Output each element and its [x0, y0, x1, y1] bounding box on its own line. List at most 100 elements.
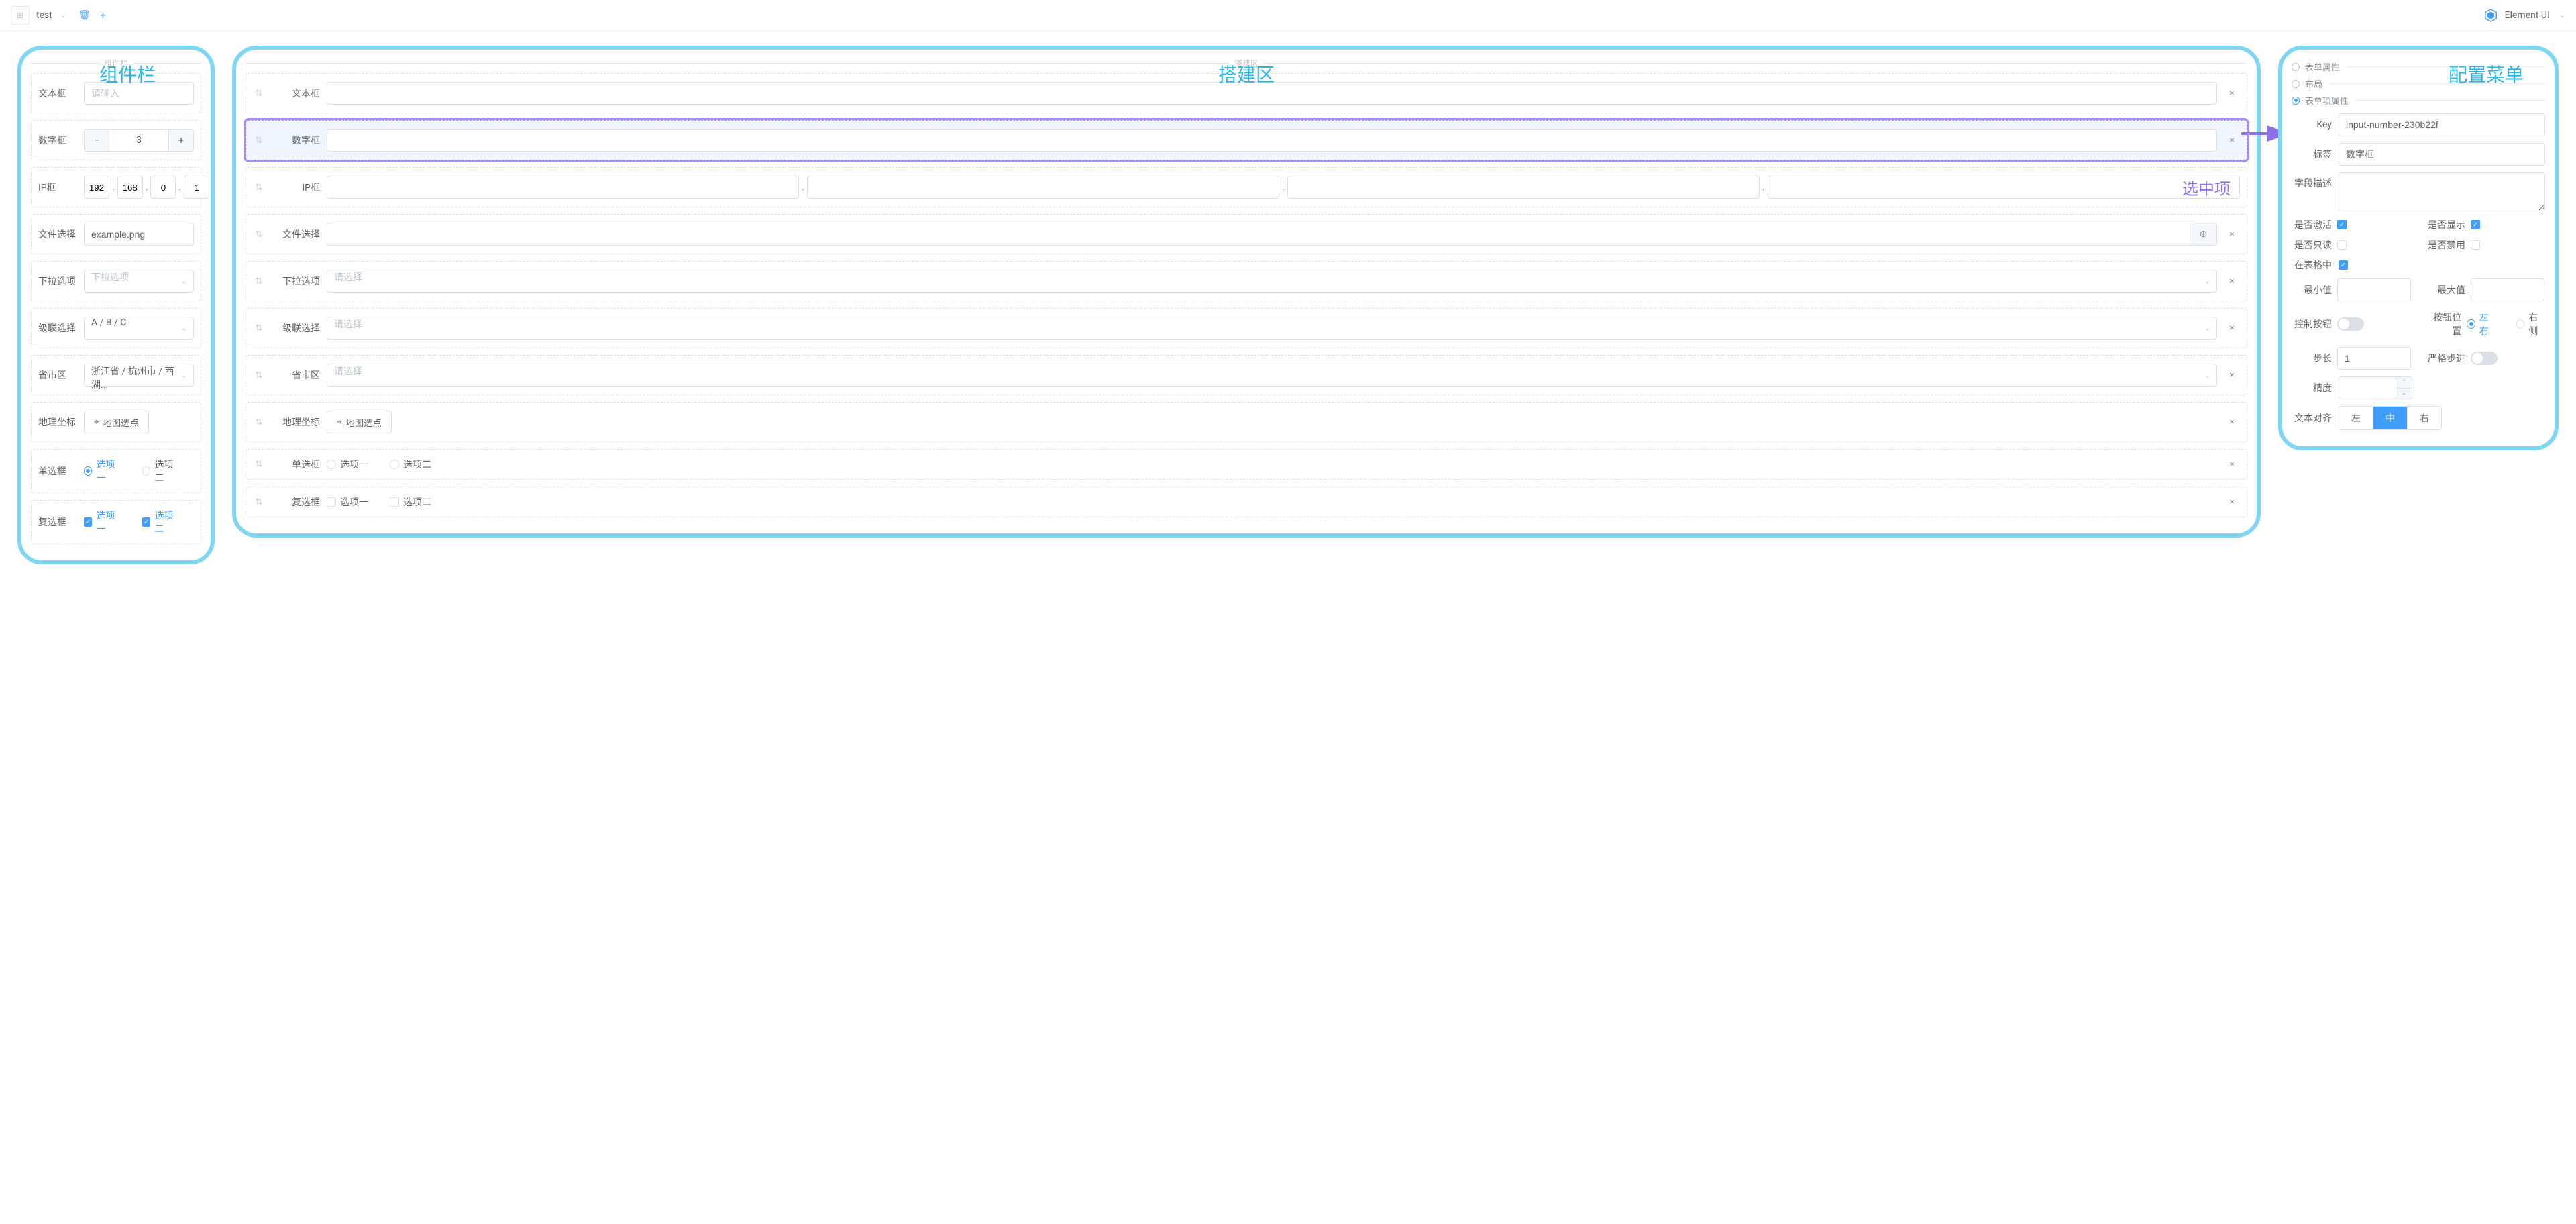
desc-input[interactable]: [2339, 172, 2545, 211]
drag-handle-icon[interactable]: ⇅: [253, 89, 265, 99]
remove-button[interactable]: ×: [2224, 417, 2240, 427]
component-check[interactable]: 复选框 ✓选项一 ✓选项二: [31, 500, 201, 544]
config-section-item-props[interactable]: 表单项属性: [2292, 94, 2545, 107]
component-map[interactable]: 地理坐标 ⌖地图选点: [31, 402, 201, 442]
max-input[interactable]: [2471, 278, 2544, 301]
check-option[interactable]: ✓选项二: [142, 509, 179, 536]
radio-option[interactable]: 选项二: [142, 458, 179, 484]
remove-button[interactable]: ×: [2224, 370, 2240, 380]
build-item-text[interactable]: ⇅ 文本框 ×: [246, 73, 2247, 113]
map-pick-button[interactable]: ⌖地图选点: [84, 411, 149, 434]
radio-option[interactable]: 选项一: [327, 458, 368, 471]
disabled-checkbox[interactable]: [2471, 240, 2480, 250]
component-cascade[interactable]: 级联选择 A / B / C⌄: [31, 308, 201, 348]
radio-option[interactable]: 选项二: [390, 458, 431, 471]
component-text[interactable]: 文本框: [31, 73, 201, 113]
readonly-checkbox[interactable]: [2337, 240, 2347, 250]
btnpos-option[interactable]: 左右: [2467, 311, 2496, 338]
align-center-button[interactable]: 中: [2373, 407, 2407, 429]
ip-octet[interactable]: [184, 176, 209, 199]
plus-button[interactable]: +: [169, 130, 193, 151]
align-right-button[interactable]: 右: [2407, 407, 2441, 429]
upload-icon[interactable]: ⊕: [2190, 223, 2217, 246]
ip-octet[interactable]: [807, 176, 1279, 199]
cascade-input[interactable]: A / B / C: [84, 317, 194, 340]
region-input[interactable]: 请选择: [327, 364, 2217, 387]
align-left-button[interactable]: 左: [2339, 407, 2373, 429]
ip-octet[interactable]: [327, 176, 799, 199]
map-pick-button[interactable]: ⌖地图选点: [327, 411, 392, 434]
ip-octet[interactable]: [150, 176, 176, 199]
build-item-number[interactable]: ⇅ 数字框 ×: [246, 120, 2247, 160]
check-option[interactable]: ✓选项一: [84, 509, 121, 536]
strict-switch[interactable]: [2471, 352, 2498, 365]
build-item-ip[interactable]: ⇅ IP框 . . . 选中项: [246, 167, 2247, 207]
check-option[interactable]: 选项一: [327, 495, 368, 509]
chevron-down-icon[interactable]: ⌄: [2559, 11, 2565, 19]
remove-button[interactable]: ×: [2224, 497, 2240, 507]
drag-handle-icon[interactable]: ⇅: [253, 370, 265, 380]
build-item-check[interactable]: ⇅ 复选框 选项一 选项二 ×: [246, 487, 2247, 517]
drag-handle-icon[interactable]: ⇅: [253, 276, 265, 287]
btnpos-option[interactable]: 右侧: [2516, 311, 2545, 338]
component-ip[interactable]: IP框 . . .: [31, 167, 201, 207]
build-item-select[interactable]: ⇅ 下拉选项 请选择⌄ ×: [246, 261, 2247, 301]
drag-handle-icon[interactable]: ⇅: [253, 497, 265, 507]
check-option[interactable]: 选项二: [390, 495, 431, 509]
drag-handle-icon[interactable]: ⇅: [253, 183, 265, 193]
number-input[interactable]: [327, 129, 2217, 152]
remove-button[interactable]: ×: [2224, 459, 2240, 470]
add-tab-icon[interactable]: +: [100, 9, 106, 21]
text-input[interactable]: [84, 82, 194, 105]
remove-button[interactable]: ×: [2224, 88, 2240, 99]
tab-name[interactable]: test ⌄: [36, 10, 66, 21]
ip-input[interactable]: . . .: [327, 176, 2240, 199]
build-item-map[interactable]: ⇅ 地理坐标 ⌖地图选点 ×: [246, 402, 2247, 442]
file-input[interactable]: [327, 223, 2190, 246]
remove-button[interactable]: ×: [2224, 323, 2240, 334]
build-item-radio[interactable]: ⇅ 单选框 选项一 选项二 ×: [246, 449, 2247, 480]
drag-handle-icon[interactable]: ⇅: [253, 230, 265, 240]
remove-button[interactable]: ×: [2224, 276, 2240, 287]
region-input[interactable]: 浙江省 / 杭州市 / 西湖...: [84, 364, 194, 387]
ip-octet[interactable]: [84, 176, 109, 199]
config-section-form-props[interactable]: 表单属性: [2292, 60, 2545, 73]
ctrl-btn-switch[interactable]: [2337, 317, 2364, 331]
text-input[interactable]: [327, 82, 2217, 105]
show-checkbox[interactable]: ✓: [2471, 220, 2480, 230]
component-radio[interactable]: 单选框 选项一 选项二: [31, 449, 201, 493]
delete-tab-icon[interactable]: 🗑: [78, 10, 91, 21]
build-item-cascade[interactable]: ⇅ 级联选择 请选择⌄ ×: [246, 308, 2247, 348]
select-input[interactable]: 请选择: [327, 270, 2217, 293]
min-input[interactable]: [2337, 278, 2411, 301]
active-checkbox[interactable]: ✓: [2337, 220, 2347, 230]
component-region[interactable]: 省市区 浙江省 / 杭州市 / 西湖...⌄: [31, 355, 201, 395]
radio-option[interactable]: 选项一: [84, 458, 121, 484]
number-input[interactable]: − 3 +: [84, 129, 194, 152]
select-input[interactable]: 下拉选项: [84, 270, 194, 293]
component-file[interactable]: 文件选择: [31, 214, 201, 254]
step-input[interactable]: [2337, 347, 2411, 370]
ip-octet[interactable]: [1768, 176, 2240, 199]
ip-octet[interactable]: [117, 176, 143, 199]
remove-button[interactable]: ×: [2224, 135, 2240, 146]
component-select[interactable]: 下拉选项 下拉选项⌄: [31, 261, 201, 301]
minus-button[interactable]: −: [85, 130, 109, 151]
component-number[interactable]: 数字框 − 3 +: [31, 120, 201, 160]
intable-checkbox[interactable]: ✓: [2339, 260, 2348, 270]
stepper-down-icon[interactable]: ⌄: [2396, 388, 2412, 399]
precision-input[interactable]: ⌃⌄: [2339, 376, 2412, 399]
cascade-input[interactable]: 请选择: [327, 317, 2217, 340]
drag-handle-icon[interactable]: ⇅: [253, 323, 265, 334]
key-input[interactable]: [2339, 113, 2545, 136]
tag-input[interactable]: [2339, 143, 2545, 166]
ip-octet[interactable]: [1287, 176, 1760, 199]
drag-handle-icon[interactable]: ⇅: [253, 460, 265, 470]
config-section-layout[interactable]: 布局: [2292, 77, 2545, 90]
drag-handle-icon[interactable]: ⇅: [253, 417, 265, 427]
drag-handle-icon[interactable]: ⇅: [253, 136, 265, 146]
ip-input[interactable]: . . .: [84, 176, 209, 199]
stepper-up-icon[interactable]: ⌃: [2396, 377, 2412, 388]
remove-button[interactable]: ×: [2224, 229, 2240, 240]
file-input[interactable]: [84, 223, 194, 246]
